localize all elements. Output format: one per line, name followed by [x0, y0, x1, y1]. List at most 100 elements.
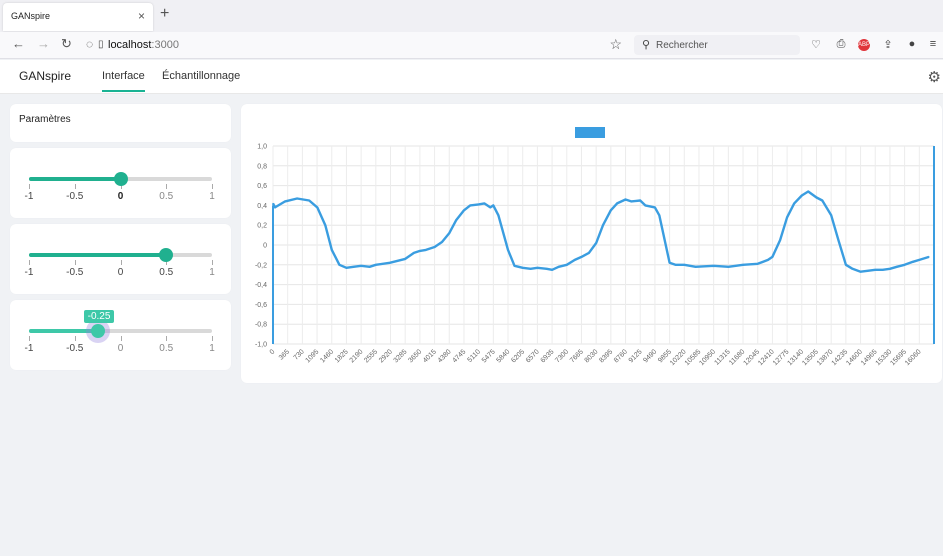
- close-tab-icon[interactable]: ×: [138, 9, 145, 23]
- series-point: [588, 252, 590, 254]
- x-tick-label: 7300: [554, 348, 570, 364]
- x-tick-label: 2555: [363, 348, 379, 364]
- y-tick-label: -0,2: [255, 262, 267, 269]
- shield-icon[interactable]: ◌: [86, 37, 93, 51]
- series-point: [779, 239, 781, 241]
- param-slider-2[interactable]: -1 -0.5 0 0.5 1: [25, 229, 215, 289]
- series-point: [413, 252, 415, 254]
- series-point: [644, 204, 646, 206]
- series-point: [513, 265, 516, 267]
- series-point: [507, 249, 509, 251]
- series-point: [489, 206, 491, 208]
- y-tick-label: -0,6: [255, 302, 267, 309]
- slider-card-2: -1 -0.5 0 0.5 1: [10, 224, 231, 294]
- series-point: [928, 256, 930, 258]
- series-point: [368, 266, 371, 268]
- y-tick-label: 0,2: [257, 223, 267, 230]
- series-point: [536, 267, 538, 269]
- series-point: [546, 268, 548, 270]
- slider-track[interactable]: [29, 253, 167, 257]
- series-point: [324, 224, 326, 226]
- url-text: localhost:3000: [108, 39, 179, 51]
- share-icon[interactable]: ⇪: [881, 38, 895, 51]
- params-title: Paramètres: [19, 114, 71, 125]
- slider-tick: [120, 336, 122, 341]
- series-point: [558, 266, 560, 268]
- adblock-icon[interactable]: ABP: [858, 39, 870, 51]
- forward-arrow-icon[interactable]: →: [37, 36, 50, 51]
- slider-mark-label: 0.5: [159, 343, 174, 354]
- x-tick-label: 8760: [613, 348, 629, 364]
- series-point: [352, 266, 355, 268]
- gear-icon[interactable]: ⚙: [928, 68, 941, 86]
- x-tick-label: 4015: [422, 348, 438, 364]
- x-tick-label: 16060: [904, 348, 923, 367]
- slider-tick: [29, 336, 30, 341]
- tab-interface[interactable]: Interface: [102, 70, 145, 92]
- new-tab-icon[interactable]: +: [160, 5, 169, 23]
- slider-tick: [212, 260, 213, 265]
- series-point: [441, 241, 443, 243]
- x-tick-label: 7665: [569, 348, 585, 364]
- series-point: [610, 209, 612, 211]
- slider-card-1: -1 -0.5 0 0.5 1: [10, 148, 231, 218]
- series-point: [574, 259, 576, 261]
- slider-mark-label: 1: [209, 267, 215, 278]
- search-box[interactable]: ⚲ Rechercher: [634, 35, 800, 55]
- params-card: Paramètres: [10, 104, 231, 142]
- slider-value-bubble: -0.25: [83, 310, 115, 323]
- tab-echantillonnage[interactable]: Échantillonnage: [162, 70, 240, 82]
- bookmark-star-icon[interactable]: ☆: [609, 36, 622, 53]
- series-point: [448, 232, 450, 234]
- slider-mark-label: -1: [24, 343, 34, 354]
- reload-icon[interactable]: ↻: [61, 36, 72, 52]
- pocket-icon[interactable]: ♡: [809, 38, 823, 51]
- slider-thumb[interactable]: [113, 172, 128, 186]
- slider-thumb[interactable]: [90, 324, 105, 338]
- slider-mark-label: -0.5: [66, 191, 84, 202]
- series-point: [551, 269, 553, 271]
- series-point: [815, 196, 818, 199]
- series-point: [316, 206, 318, 208]
- browser-tab[interactable]: GANspire ×: [3, 3, 153, 31]
- series-point: [683, 264, 685, 266]
- series-line: [271, 190, 930, 273]
- series-point: [522, 267, 524, 269]
- slider-track[interactable]: [29, 177, 121, 181]
- slider-mark-label: 0.5: [159, 191, 174, 202]
- series-point: [492, 204, 494, 206]
- print-icon[interactable]: ⎙: [834, 38, 848, 51]
- series-point: [882, 269, 884, 271]
- address-bar[interactable]: ◌ ▯ localhost:3000 ☆: [84, 35, 628, 55]
- slider-mark-label: 0: [117, 267, 124, 278]
- series-point: [308, 199, 310, 202]
- slider-thumb[interactable]: [159, 248, 174, 262]
- param-slider-3[interactable]: -1 -0.5 0 0.5 1 -0.25: [25, 305, 215, 365]
- series-point: [767, 259, 769, 261]
- search-placeholder: Rechercher: [656, 40, 708, 51]
- series-point: [274, 206, 276, 208]
- series-point: [602, 224, 604, 226]
- series-point: [874, 269, 876, 271]
- y-tick-label: -0,8: [255, 322, 267, 329]
- browser-tab-title: GANspire: [11, 11, 51, 21]
- param-slider-1[interactable]: -1 -0.5 0 0.5 1: [25, 153, 215, 213]
- line-chart: 1,00,80,60,40,20-0,2-0,4-0,6-0,8-1,00 365…: [255, 127, 935, 367]
- slider-tick: [29, 260, 30, 265]
- extension-icon[interactable]: ●: [905, 38, 919, 50]
- series-point: [624, 198, 627, 201]
- series-point: [595, 242, 597, 244]
- series-point: [757, 263, 759, 265]
- menu-icon[interactable]: ≡: [926, 38, 940, 50]
- slider-card-3: -1 -0.5 0 0.5 1 -0.25: [10, 300, 231, 370]
- series-point: [296, 197, 298, 200]
- x-tick-label: 10950: [698, 348, 717, 367]
- legend-swatch[interactable]: [575, 127, 605, 138]
- series-point: [801, 194, 803, 197]
- browser-nav-bar: ← → ↻ ◌ ▯ localhost:3000 ☆ ⚲ Rechercher …: [0, 32, 943, 59]
- back-arrow-icon[interactable]: ←: [12, 36, 25, 51]
- x-tick-label: 8030: [584, 348, 600, 364]
- series-point: [331, 249, 333, 251]
- browser-tab-bar: GANspire × +: [0, 0, 943, 32]
- x-tick-label: 3285: [393, 348, 409, 364]
